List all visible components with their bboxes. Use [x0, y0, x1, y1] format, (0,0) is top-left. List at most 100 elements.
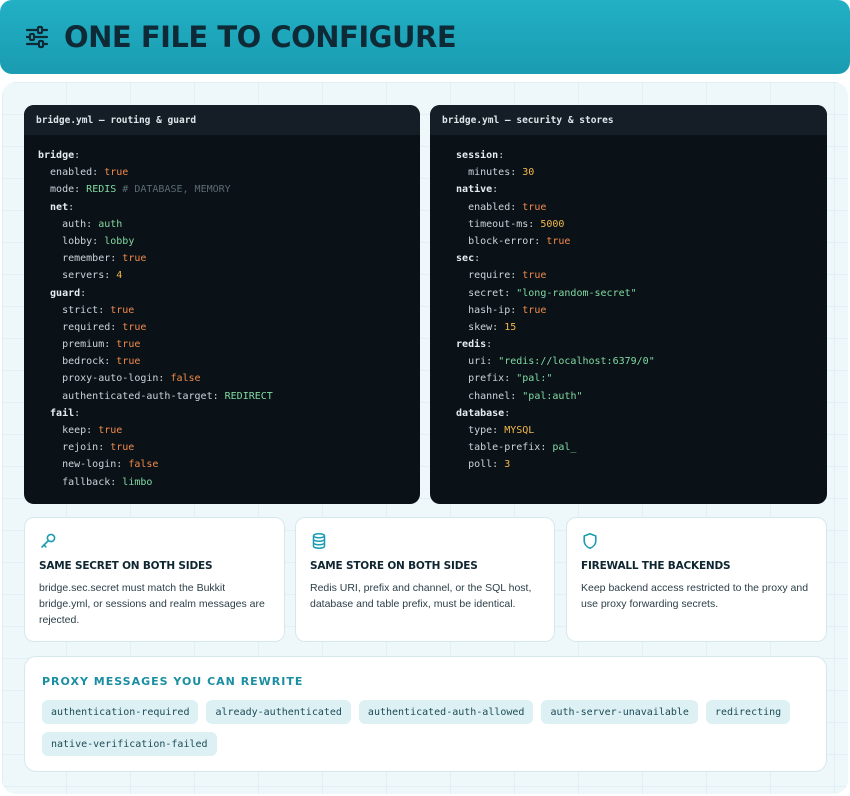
code-token: :	[74, 150, 81, 161]
code-token: secret:	[444, 287, 517, 299]
code-token: true	[522, 270, 547, 282]
key-icon	[39, 532, 57, 550]
code-line: minutes: 30	[444, 164, 827, 181]
message-pill: redirecting	[705, 700, 791, 724]
code-line: proxy-auto-login: false	[38, 370, 420, 387]
proxy-messages-title: PROXY MESSAGES YOU CAN REWRITE	[42, 675, 304, 688]
code-token: 4	[116, 270, 123, 282]
code-token: rejoin:	[38, 442, 111, 454]
code-block-security: bridge.yml — security & stores session: …	[430, 105, 827, 504]
code-token: authenticated-auth-target:	[38, 390, 225, 402]
code-token: lobby:	[38, 235, 105, 247]
code-body: session: minutes: 30 native: enabled: tr…	[430, 135, 827, 474]
code-token: servers:	[38, 270, 117, 282]
code-token: require:	[444, 270, 523, 282]
code-line: poll: 3	[444, 456, 827, 473]
code-line: enabled: true	[38, 164, 420, 181]
code-line: fallback: limbo	[38, 474, 420, 491]
code-token: database	[444, 407, 505, 419]
message-pill: auth-server-unavailable	[541, 700, 698, 724]
card-description: bridge.sec.secret must match the Bukkit …	[39, 582, 265, 626]
code-token: hash-ip:	[444, 304, 523, 316]
code-line: premium: true	[38, 336, 420, 353]
code-token: :	[68, 201, 75, 213]
code-token: MYSQL	[504, 425, 535, 436]
code-token: true	[110, 442, 135, 454]
code-token: :	[74, 407, 81, 419]
code-token: "long-random-secret"	[516, 287, 637, 299]
code-token: true	[104, 167, 129, 179]
card-same-store: SAME STORE ON BOTH SIDES Redis URI, pref…	[295, 517, 555, 642]
code-line: native:	[444, 181, 827, 198]
code-token: new-login:	[38, 459, 129, 471]
code-token: 15	[504, 321, 517, 333]
code-token: :	[492, 184, 499, 196]
code-token: true	[122, 321, 147, 333]
code-token: net	[38, 201, 69, 213]
code-line: block-error: true	[444, 233, 827, 250]
message-pill-list: authentication-required already-authenti…	[42, 700, 822, 756]
code-token: type:	[444, 425, 505, 436]
code-token: keep:	[38, 425, 99, 436]
code-line: net:	[38, 199, 420, 216]
code-token: :	[80, 287, 87, 299]
code-line: authenticated-auth-target: REDIRECT	[38, 388, 420, 405]
code-token: REDIS	[86, 184, 117, 196]
code-token: minutes:	[444, 167, 523, 179]
code-block-title: bridge.yml — routing & guard	[24, 105, 420, 135]
code-token: channel:	[444, 390, 523, 402]
sliders-icon	[24, 24, 50, 50]
code-line: bedrock: true	[38, 353, 420, 370]
code-token: REDIRECT	[224, 390, 273, 402]
code-token: :	[474, 253, 481, 265]
code-line: new-login: false	[38, 456, 420, 473]
code-line: guard:	[38, 285, 420, 302]
code-token: 5000	[540, 218, 565, 230]
code-line: require: true	[444, 267, 827, 284]
card-title: SAME SECRET ON BOTH SIDES	[39, 560, 213, 572]
code-token: required:	[38, 321, 123, 333]
code-line: lobby: lobby	[38, 233, 420, 250]
code-token: "pal:auth"	[522, 390, 583, 402]
card-firewall: FIREWALL THE BACKENDS Keep backend acces…	[566, 517, 827, 642]
code-line: prefix: "pal:"	[444, 370, 827, 387]
code-line: timeout-ms: 5000	[444, 216, 827, 233]
code-token: auth	[98, 218, 123, 230]
message-pill: authentication-required	[42, 700, 199, 724]
code-token: true	[522, 201, 547, 213]
code-token: true	[122, 253, 147, 265]
code-line: hash-ip: true	[444, 302, 827, 319]
code-token: mode:	[38, 184, 87, 196]
code-line: skew: 15	[444, 319, 827, 336]
code-token: bedrock:	[38, 356, 117, 368]
code-line: database:	[444, 405, 827, 422]
card-title: SAME STORE ON BOTH SIDES	[310, 560, 478, 572]
code-token: premium:	[38, 339, 117, 351]
code-token: :	[504, 407, 511, 419]
code-token: true	[522, 304, 547, 316]
code-token: remember:	[38, 253, 123, 265]
message-pill: native-verification-failed	[42, 732, 217, 756]
code-block-routing: bridge.yml — routing & guard bridge: ena…	[24, 105, 420, 504]
page-header: ONE FILE TO CONFIGURE	[0, 0, 850, 74]
code-token: :	[486, 339, 493, 351]
code-line: auth: auth	[38, 216, 420, 233]
code-line: sec:	[444, 250, 827, 267]
code-line: rejoin: true	[38, 439, 420, 456]
card-description: Redis URI, prefix and channel, or the SQ…	[310, 582, 532, 610]
code-token: lobby	[104, 235, 135, 247]
card-same-secret: SAME SECRET ON BOTH SIDES bridge.sec.sec…	[24, 517, 285, 642]
code-token: false	[170, 373, 201, 385]
code-token: true	[98, 425, 123, 436]
code-token: "pal:"	[516, 373, 553, 385]
database-icon	[310, 532, 328, 550]
code-line: secret: "long-random-secret"	[444, 285, 827, 302]
code-line: uri: "redis://localhost:6379/0"	[444, 353, 827, 370]
code-line: fail:	[38, 405, 420, 422]
code-token: enabled:	[444, 201, 523, 213]
code-token: limbo	[122, 476, 153, 488]
code-token: guard	[38, 287, 81, 299]
code-line: strict: true	[38, 302, 420, 319]
message-pill: authenticated-auth-allowed	[358, 700, 534, 724]
code-token: bridge	[38, 150, 75, 161]
